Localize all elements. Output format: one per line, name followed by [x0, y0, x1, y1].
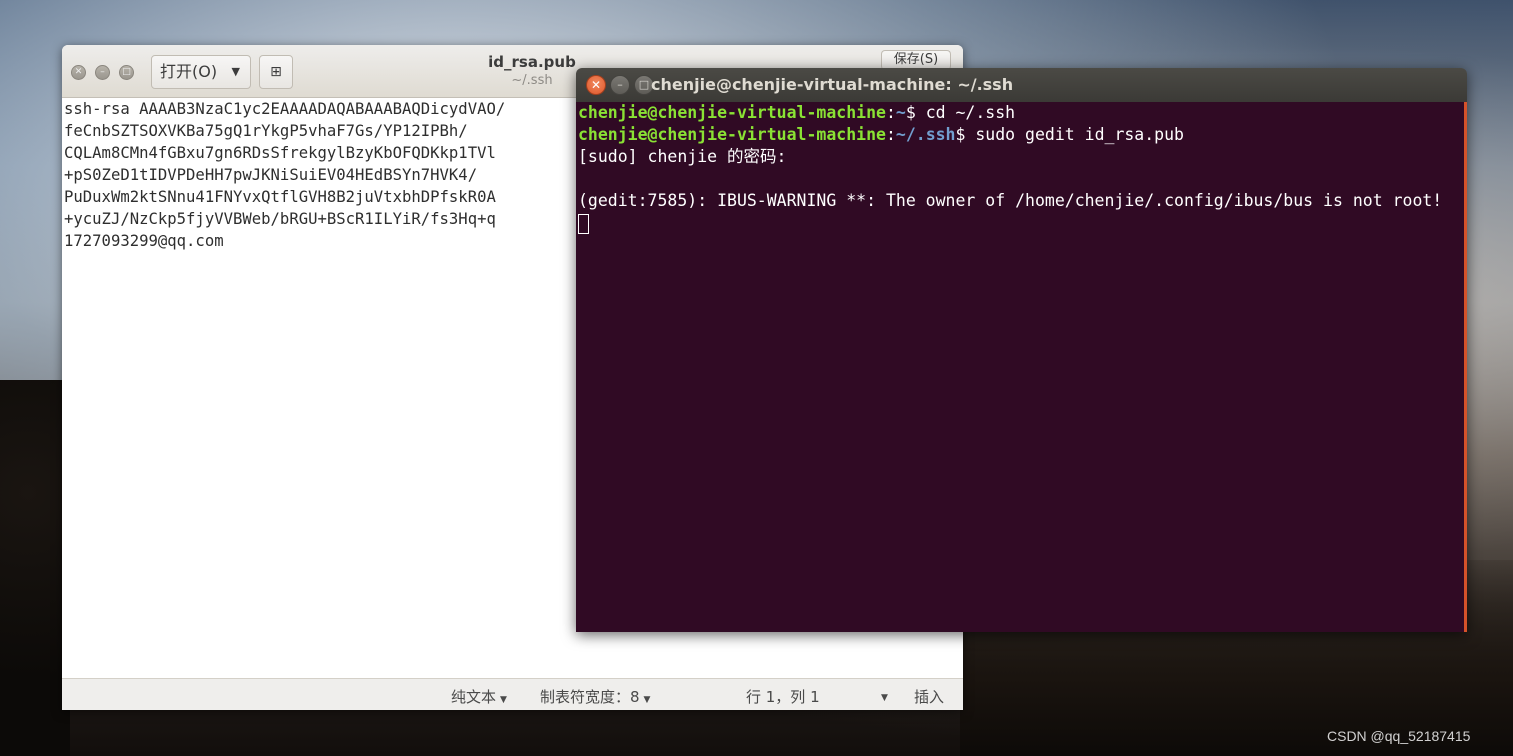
wallpaper-trees-left — [0, 380, 70, 756]
terminal-minimize-icon[interactable]: – — [610, 75, 630, 95]
chevron-down-icon: ▼ — [643, 695, 651, 705]
terminal-line: chenjie@chenjie-virtual-machine:~$ cd ~/… — [578, 103, 1016, 122]
terminal-title: chenjie@chenjie-virtual-machine: ~/.ssh — [651, 75, 1014, 94]
gedit-status-bar: 纯文本 ▼ 制表符宽度：8 ▼ 行 1，列 1 ▼ 插入 — [62, 678, 963, 710]
chevron-down-icon: ▼ — [500, 695, 507, 705]
csdn-watermark: CSDN @qq_52187415 — [1327, 728, 1471, 744]
prompt-path: ~ — [895, 103, 906, 122]
save-button[interactable]: 保存(S) — [881, 50, 951, 70]
terminal-line — [578, 212, 1463, 234]
command-text: $ cd ~/.ssh — [905, 103, 1016, 122]
cursor-position-selector[interactable]: 行 1，列 1 — [746, 686, 820, 707]
prompt-path: ~/.ssh — [895, 125, 956, 144]
cursor-position-label: 行 1，列 1 — [746, 688, 820, 706]
terminal-line: chenjie@chenjie-virtual-machine:~/.ssh$ … — [578, 125, 1184, 144]
gedit-close-icon[interactable]: ✕ — [71, 65, 86, 80]
gedit-minimize-icon[interactable]: – — [95, 65, 110, 80]
tab-width-label: 制表符宽度：8 — [540, 688, 640, 706]
insert-mode-indicator: 插入 — [914, 688, 945, 706]
chevron-down-icon: ▼ — [231, 65, 240, 78]
terminal-output: chenjie@chenjie-virtual-machine:~$ cd ~/… — [578, 102, 1463, 234]
open-button-label: 打开(O) — [160, 62, 218, 81]
gedit-maximize-icon[interactable]: □ — [119, 65, 134, 80]
language-label: 纯文本 — [451, 688, 497, 706]
new-document-icon: ⊞ — [270, 64, 282, 80]
prompt-user: chenjie@chenjie-virtual-machine — [578, 125, 886, 144]
position-dropdown[interactable]: ▼ — [877, 686, 888, 704]
tab-width-selector[interactable]: 制表符宽度：8 ▼ — [540, 686, 650, 707]
open-button[interactable]: 打开(O) ▼ — [151, 55, 251, 89]
chevron-down-icon: ▼ — [881, 693, 888, 703]
command-text: $ sudo gedit id_rsa.pub — [955, 125, 1184, 144]
terminal-line: (gedit:7585): IBUS-WARNING **: The owner… — [578, 191, 1443, 210]
terminal-line: [sudo] chenjie 的密码: — [578, 147, 787, 166]
terminal-header-bar: ✕ – □ chenjie@chenjie-virtual-machine: ~… — [576, 68, 1467, 102]
terminal-body[interactable]: chenjie@chenjie-virtual-machine:~$ cd ~/… — [576, 102, 1467, 632]
new-document-button[interactable]: ⊞ — [259, 55, 293, 89]
prompt-user: chenjie@chenjie-virtual-machine — [578, 103, 886, 122]
language-selector[interactable]: 纯文本 ▼ — [451, 686, 507, 707]
terminal-close-icon[interactable]: ✕ — [586, 75, 606, 95]
terminal-cursor — [578, 213, 589, 234]
terminal-window: ✕ – □ chenjie@chenjie-virtual-machine: ~… — [576, 68, 1467, 632]
